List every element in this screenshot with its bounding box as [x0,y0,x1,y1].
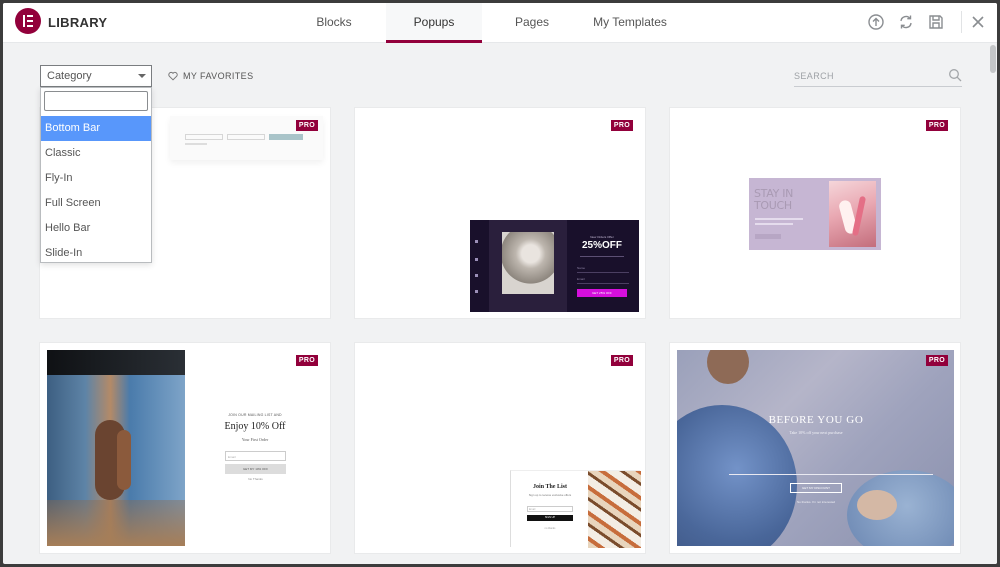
promo-headline: Enjoy 10% Off [224,421,286,432]
scrollbar-thumb[interactable] [990,45,996,73]
template-card-enjoy-10-off[interactable]: PRO JOIN OUR MAILING LIST AND Enjoy 10% … [40,343,330,553]
template-card-stay-in-touch[interactable]: PRO STAY IN TOUCH [670,108,960,318]
template-preview: New Orders Offer 25%OFF Name Email GET 2… [470,220,639,312]
promo-email-field: Email [527,506,573,512]
category-search-input[interactable] [44,91,148,111]
tab-popups[interactable]: Popups [386,3,482,43]
pro-badge: PRO [295,120,318,131]
promo-cta: SIGN UP [527,515,573,521]
library-header: LIBRARY Blocks Popups Pages My Templates [3,3,997,43]
template-preview-image: BEFORE YOU GO Take 10% off your next pur… [677,350,954,546]
category-dropdown: Bottom Bar Classic Fly-In Full Screen He… [40,87,152,263]
promo-field-email: Email [577,277,629,284]
template-preview-image [47,350,185,546]
pro-badge: PRO [925,120,948,131]
promo-headline: STAY IN TOUCH [754,187,794,212]
search-input[interactable] [794,68,934,84]
category-option-full-screen[interactable]: Full Screen [41,191,151,216]
pro-badge: PRO [610,120,633,131]
promo-headline: BEFORE YOU GO [768,414,864,426]
category-select[interactable]: Category [40,65,152,87]
promo-cta: GET MY 10% OFF [225,464,286,474]
library-modal: LIBRARY Blocks Popups Pages My Templates… [3,3,997,564]
promo-cta: GET 25% OFF [577,289,627,297]
close-icon[interactable] [969,13,987,31]
template-preview: Join The List Sign up to receive exclusi… [510,470,641,548]
promo-sub: Your First Order [241,437,269,442]
search-icon[interactable] [948,68,962,82]
template-card-join-the-list[interactable]: PRO Join The List Sign up to receive exc… [355,343,645,553]
promo-dismiss: No thanks. I'm not interested [796,500,836,504]
category-option-classic[interactable]: Classic [41,141,151,166]
sync-icon[interactable] [897,13,915,31]
promo-dismiss: No Thanks [248,477,263,481]
pro-badge: PRO [295,355,318,366]
template-preview: STAY IN TOUCH [749,178,881,250]
promo-headline: Join The List [533,484,567,490]
template-card-before-you-go[interactable]: BEFORE YOU GO Take 10% off your next pur… [670,343,960,553]
save-icon[interactable] [927,13,945,31]
promo-sub: Take 10% off your next purchase [789,430,843,435]
promo-field-name: Name [577,266,629,273]
promo-email-field: Email [225,451,286,461]
pro-badge: PRO [610,355,633,366]
tab-my-templates[interactable]: My Templates [581,3,679,43]
promo-sub: Sign up to receive exclusive offers [528,493,572,497]
template-search [794,65,962,87]
category-option-slide-in[interactable]: Slide-In [41,241,151,266]
tab-pages[interactable]: Pages [485,3,579,43]
promo-eyebrow: JOIN OUR MAILING LIST AND [228,413,282,417]
category-option-bottom-bar[interactable]: Bottom Bar [41,116,151,141]
promo-eyebrow: New Orders Offer [590,235,614,239]
category-option-hello-bar[interactable]: Hello Bar [41,216,151,241]
library-title: LIBRARY [48,15,108,30]
promo-dismiss: no thanks [544,527,556,530]
my-favorites-label: MY FAVORITES [183,71,254,81]
promo-cta: GET MY DISCOUNT [790,483,842,493]
header-divider [961,11,962,33]
upload-icon[interactable] [867,13,885,31]
promo-headline: 25%OFF [581,240,622,251]
template-card-25-off[interactable]: PRO New Orders Offer 25%OFF Name Email G… [355,108,645,318]
elementor-logo [15,8,41,34]
category-option-fly-in[interactable]: Fly-In [41,166,151,191]
caret-down-icon [138,74,146,78]
pro-badge: PRO [925,355,948,366]
my-favorites-filter[interactable]: MY FAVORITES [168,69,253,83]
tab-blocks[interactable]: Blocks [285,3,383,43]
scrollbar[interactable] [988,43,997,564]
heart-icon [168,71,178,81]
category-select-value: Category [47,70,92,82]
